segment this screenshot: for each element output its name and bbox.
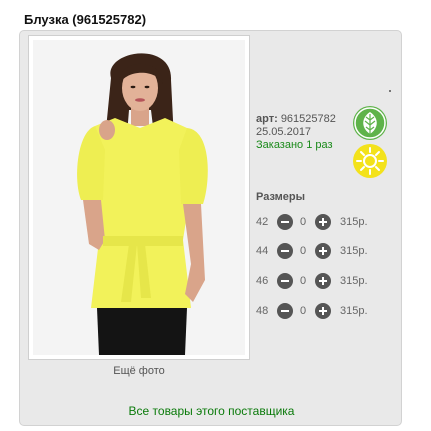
minus-icon: [281, 310, 289, 312]
quantity-value: 0: [300, 216, 307, 228]
increase-button[interactable]: [315, 243, 331, 259]
plus-icon: [319, 218, 327, 226]
product-photo[interactable]: [33, 40, 245, 355]
more-photos-link[interactable]: Ещё фото: [28, 365, 250, 377]
model-illustration: [77, 53, 208, 355]
quantity-value: 0: [300, 305, 307, 317]
size-label: 42: [256, 216, 269, 228]
plus-icon: [319, 307, 327, 315]
size-price: 315р.: [340, 275, 368, 287]
minus-icon: [281, 280, 289, 282]
product-date: 25.05.2017: [256, 126, 312, 138]
decrease-button[interactable]: [277, 214, 293, 230]
article-number: 961525782: [280, 113, 336, 125]
size-price: 315р.: [340, 305, 368, 317]
size-label: 46: [256, 275, 269, 287]
size-label: 48: [256, 305, 269, 317]
supplier-products-link[interactable]: Все товары этого поставщика: [20, 404, 403, 418]
plus-icon: [319, 277, 327, 285]
leaf-icon: [353, 106, 387, 140]
minus-icon: [281, 250, 289, 252]
quantity-value: 0: [300, 245, 307, 257]
article-label: арт:: [256, 113, 278, 125]
increase-button[interactable]: [315, 273, 331, 289]
size-label: 44: [256, 245, 269, 257]
plus-icon: [319, 247, 327, 255]
ordered-count: Заказано 1 раз: [256, 139, 333, 151]
minus-icon: [281, 221, 289, 223]
product-photo-frame[interactable]: [28, 35, 250, 360]
product-title: Блузка (961525782): [24, 12, 147, 27]
decrease-button[interactable]: [277, 273, 293, 289]
increase-button[interactable]: [315, 214, 331, 230]
quantity-value: 0: [300, 275, 307, 287]
size-price: 315р.: [340, 216, 368, 228]
sun-icon: [353, 144, 387, 178]
increase-button[interactable]: [315, 303, 331, 319]
decrease-button[interactable]: [277, 303, 293, 319]
decorative-dot: [389, 90, 391, 92]
sizes-heading: Размеры: [256, 191, 306, 203]
product-card: Ещё фото арт: 961525782 25.05.2017 Заказ…: [19, 30, 402, 426]
product-info: арт: 961525782 25.05.2017 Заказано 1 раз: [256, 113, 336, 152]
decrease-button[interactable]: [277, 243, 293, 259]
size-price: 315р.: [340, 245, 368, 257]
